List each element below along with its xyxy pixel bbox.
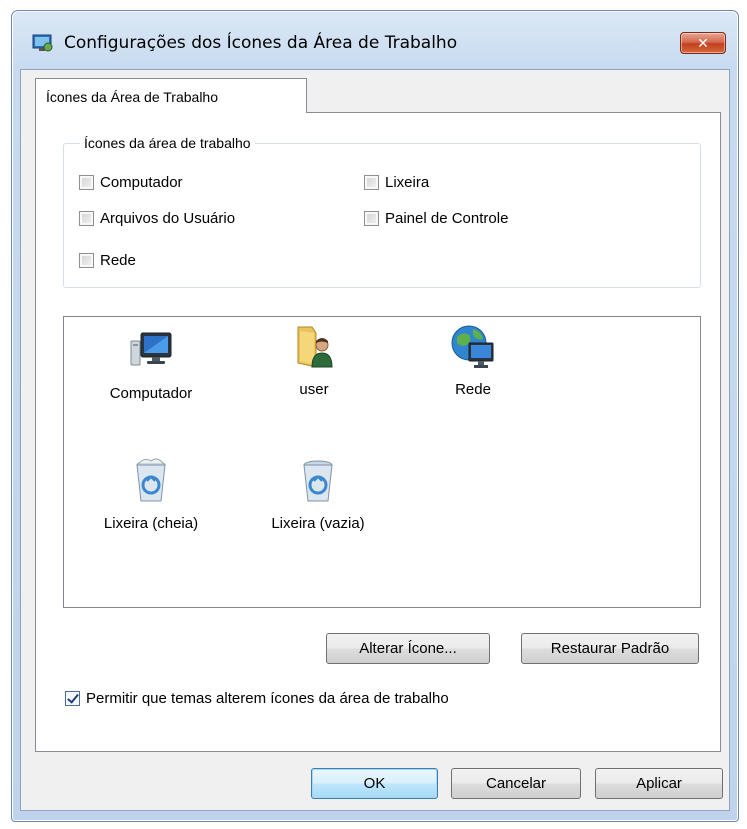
list-item-computador[interactable]: Computador <box>86 327 216 402</box>
recycle-bin-full-icon <box>136 458 166 502</box>
checkbox-rede[interactable]: Rede <box>79 252 136 269</box>
checkbox-label: Computador <box>100 174 183 191</box>
checkbox-label: Lixeira <box>385 174 430 191</box>
checkbox-lixeira[interactable]: Lixeira <box>364 174 429 191</box>
icon-label: Computador <box>109 385 193 402</box>
network-icon <box>451 325 494 368</box>
checkbox-box[interactable] <box>79 253 94 268</box>
user-folder-icon <box>297 326 333 368</box>
recycle-bin-empty-icon <box>303 460 333 502</box>
checkbox-box[interactable] <box>79 175 94 190</box>
apply-button[interactable]: Aplicar <box>595 768 723 799</box>
icon-label: user <box>299 381 329 398</box>
checkbox-label: Painel de Controle <box>385 210 509 227</box>
title-bar[interactable]: Configurações dos Ícones da Área de Trab… <box>12 11 738 69</box>
checkbox-box[interactable] <box>65 691 80 706</box>
checkbox-label: Rede <box>100 252 136 269</box>
icon-label: Lixeira (vazia) <box>271 515 365 532</box>
computer-icon <box>130 332 172 366</box>
ok-button[interactable]: OK <box>311 768 438 799</box>
list-item-user[interactable]: user <box>249 323 379 398</box>
checkbox-box[interactable] <box>364 211 379 226</box>
dialog-window: Configurações dos Ícones da Área de Trab… <box>11 10 739 822</box>
list-item-lixeira-cheia[interactable]: Lixeira (cheia) <box>86 457 216 532</box>
window-title: Configurações dos Ícones da Área de Trab… <box>64 33 458 53</box>
group-legend: Ícones da área de trabalho <box>80 135 255 151</box>
dialog-client-area: Ícones da Área de Trabalho Ícones da áre… <box>20 69 730 811</box>
icon-list-view[interactable]: Computador user Rede Lixeira (cheia) Lix… <box>63 316 701 608</box>
icon-label: Rede <box>455 381 491 398</box>
checkbox-label: Arquivos do Usuário <box>100 210 236 227</box>
checkbox-arquivos-do-usuario[interactable]: Arquivos do Usuário <box>79 210 235 227</box>
checkbox-label: Permitir que temas alterem ícones da áre… <box>86 690 449 707</box>
checkbox-box[interactable] <box>364 175 379 190</box>
cancel-button[interactable]: Cancelar <box>451 768 581 799</box>
tab-page: Ícones da área de trabalho Computador Li… <box>35 112 721 752</box>
checkbox-painel-de-controle[interactable]: Painel de Controle <box>364 210 508 227</box>
close-button[interactable]: ✕ <box>680 32 726 54</box>
checkbox-allow-themes[interactable]: Permitir que temas alterem ícones da áre… <box>65 690 449 707</box>
tab-desktop-icons[interactable]: Ícones da Área de Trabalho <box>35 78 307 113</box>
checkbox-box[interactable] <box>79 211 94 226</box>
change-icon-button[interactable]: Alterar Ícone... <box>326 633 490 664</box>
desktop-icons-group: Ícones da área de trabalho Computador Li… <box>63 135 701 288</box>
restore-default-button[interactable]: Restaurar Padrão <box>521 633 699 664</box>
desktop-settings-icon <box>32 34 53 52</box>
list-item-rede[interactable]: Rede <box>408 323 538 398</box>
list-item-lixeira-vazia[interactable]: Lixeira (vazia) <box>253 457 383 532</box>
icon-label: Lixeira (cheia) <box>103 515 199 532</box>
checkbox-computador[interactable]: Computador <box>79 174 183 191</box>
